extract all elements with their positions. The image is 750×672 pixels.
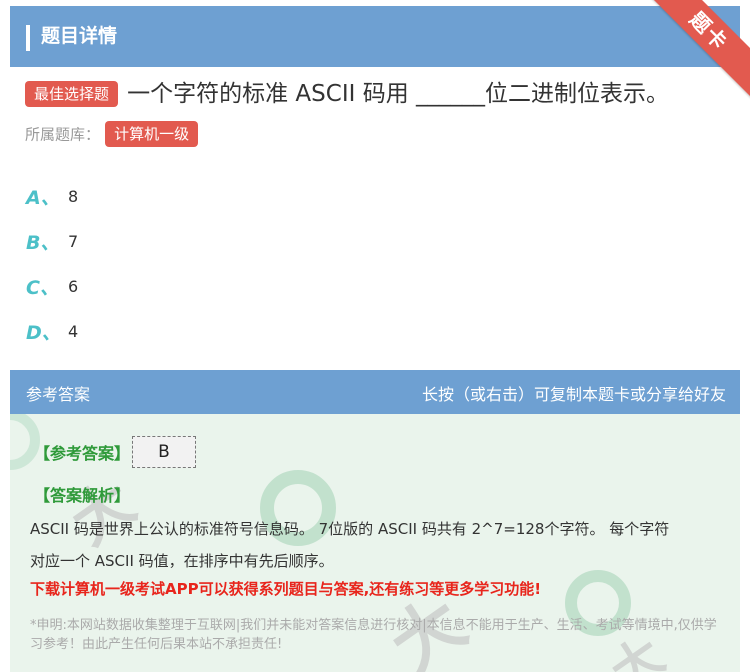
header-bar: 题目详情 <box>10 6 740 67</box>
answer-heading: 参考答案 <box>26 385 91 404</box>
bank-tag[interactable]: 计算机一级 <box>105 121 199 147</box>
option-value: 7 <box>68 232 79 251</box>
question-text: 一个字符的标准 ASCII 码用 ______位二进制位表示。 <box>127 81 670 107</box>
option-value: 4 <box>68 322 79 341</box>
options-list: A、 8 B、 7 C、 6 D、 4 <box>26 174 78 354</box>
answer-value[interactable]: B <box>132 436 196 468</box>
share-hint: 长按（或右击）可复制本题卡或分享给好友 <box>421 385 726 404</box>
option-value: 8 <box>68 187 79 206</box>
header-accent <box>26 25 30 51</box>
app-download-link[interactable]: 下载计算机一级考试APP可以获得系列题目与答案,还有练习等更多学习功能! <box>30 578 541 599</box>
option-c[interactable]: C、 6 <box>26 264 78 309</box>
explanation-line: ASCII 码是世界上公认的标准符号信息码。 7位版的 ASCII 码共有 2^… <box>30 520 670 538</box>
explanation-label: 【答案解析】 <box>34 486 131 505</box>
option-d[interactable]: D、 4 <box>26 309 78 354</box>
explanation-text: ASCII 码是世界上公认的标准符号信息码。 7位版的 ASCII 码共有 2^… <box>30 513 720 577</box>
option-letter: D、 <box>26 322 61 344</box>
bank-label: 所属题库： <box>25 125 101 144</box>
option-value: 6 <box>68 277 79 296</box>
option-letter: B、 <box>26 232 60 254</box>
page-title: 题目详情 <box>41 25 118 47</box>
question-row: 最佳选择题 一个字符的标准 ASCII 码用 ______位二进制位表示。 <box>25 78 669 112</box>
explanation-line: 对应一个 ASCII 码值，在排序中有先后顺序。 <box>30 552 334 570</box>
ribbon-label: 题卡 <box>684 6 734 56</box>
option-b[interactable]: B、 7 <box>26 219 78 264</box>
answer-panel-header: 参考答案 长按（或右击）可复制本题卡或分享给好友 <box>10 370 740 414</box>
option-letter: C、 <box>26 277 59 299</box>
bank-row: 所属题库： 计算机一级 <box>25 121 199 147</box>
question-type-tag: 最佳选择题 <box>25 81 119 107</box>
option-a[interactable]: A、 8 <box>26 174 78 219</box>
option-letter: A、 <box>26 187 60 209</box>
answer-panel: 大 大 大 参考答案 长按（或右击）可复制本题卡或分享给好友 【参考答案】 B … <box>10 370 740 672</box>
disclaimer-text: *申明:本网站数据收集整理于互联网|我们并未能对答案信息进行核对|本信息不能用于… <box>30 618 717 652</box>
answer-label: 【参考答案】 <box>34 444 131 463</box>
